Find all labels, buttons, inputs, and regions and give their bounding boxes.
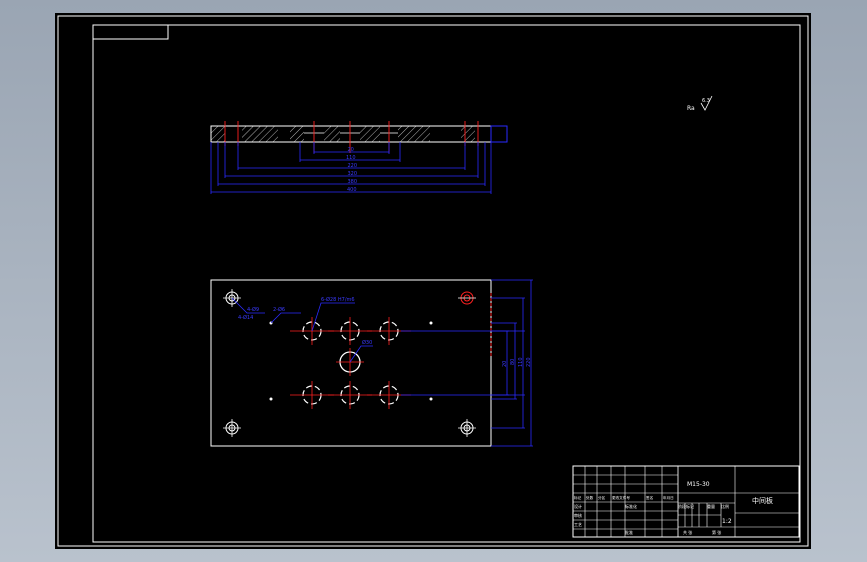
scale-value: 1:2	[722, 518, 732, 525]
label-counterbore-depth: 4-Ø14	[238, 314, 253, 321]
inner-border	[92, 24, 801, 543]
tb-review: 审核	[574, 512, 582, 518]
tb-row-label: 签名	[646, 495, 654, 500]
tb-row-label: 标记	[574, 495, 582, 500]
tb-sheets-total: 共 张	[683, 529, 692, 535]
drawing-number-box	[92, 24, 169, 40]
drawing-number: M15-30	[687, 481, 710, 488]
section-end-cap	[490, 125, 508, 143]
hatch-block-1	[211, 126, 225, 142]
tb-row-label: 年月日	[663, 495, 674, 500]
hatch-block-4	[324, 126, 340, 142]
tb-process: 工艺	[574, 522, 582, 527]
tb-row-label: 处数	[586, 495, 594, 500]
label-pin-holes: 2-Ø6	[273, 306, 285, 313]
bushing-hole	[290, 381, 334, 409]
tb-weight: 重量	[707, 503, 715, 509]
label-center-hole: Ø30	[362, 339, 372, 346]
section-dim-label: 110	[346, 155, 356, 161]
tb-ratio: 比例	[721, 503, 729, 509]
corner-hole-bottom-right	[458, 419, 476, 437]
section-dim-label: 320	[348, 171, 358, 177]
corner-hole-top-right	[458, 291, 476, 305]
plan-dim-label: 20	[502, 361, 508, 367]
surface-finish-symbol: Ra 6.3	[687, 95, 713, 112]
tb-design: 设计	[574, 503, 582, 509]
bushing-hole-grid	[290, 317, 411, 409]
tb-row-label: 更改文件号	[612, 495, 630, 500]
section-dim-label: 20	[348, 147, 354, 153]
plate-outline	[210, 279, 492, 447]
tb-approve: 批准	[625, 529, 633, 535]
tb-row-label: 分区	[598, 495, 606, 500]
title-block: M15-30 中间板 1:2 标记 处数 分区 更改文件号 签名 年月日 设计 标准化 审…	[572, 465, 800, 538]
plan-dim-label: 220	[526, 357, 532, 367]
hatch-block-2	[242, 126, 278, 142]
section-dim-label: 400	[347, 187, 357, 193]
plan-dim-label: 80	[510, 359, 516, 365]
plan-view: 4-Ø9 4-Ø14 2-Ø6 6-Ø28 H7/m6 Ø30 20 80 110 2…	[210, 279, 533, 447]
surface-finish-value: 6.3	[702, 98, 710, 104]
tb-stage-mark: 阶段标记	[678, 503, 694, 509]
drawing-canvas: Ra 6.3 20110220320380400 4-Ø9 4-Ø14 2-Ø6…	[57, 15, 809, 547]
section-dim-label: 380	[348, 179, 358, 185]
label-counterbore: 4-Ø9	[247, 306, 259, 313]
cad-viewport[interactable]: Ra 6.3 20 110 220 320 380 400 4-Ø9 4-Ø14…	[55, 13, 811, 549]
section-dim-label: 220	[348, 163, 358, 169]
plan-dim-label: 110	[518, 357, 524, 367]
part-name: 中间板	[752, 496, 773, 505]
hatch-block-3	[290, 126, 304, 142]
surface-finish-note: Ra	[687, 105, 695, 112]
label-guide-bushing: 6-Ø28 H7/m6	[321, 296, 355, 303]
corner-hole-bottom-left	[223, 419, 241, 437]
hatch-block-7	[461, 126, 475, 142]
hatch-block-5	[360, 126, 380, 142]
hatch-block-6	[398, 126, 430, 142]
tb-standardize: 标准化	[625, 503, 637, 509]
tb-sheet-no: 第 张	[712, 529, 721, 535]
bushing-hole	[328, 381, 372, 409]
section-view: 20 110 220 320 380 400	[210, 121, 508, 194]
